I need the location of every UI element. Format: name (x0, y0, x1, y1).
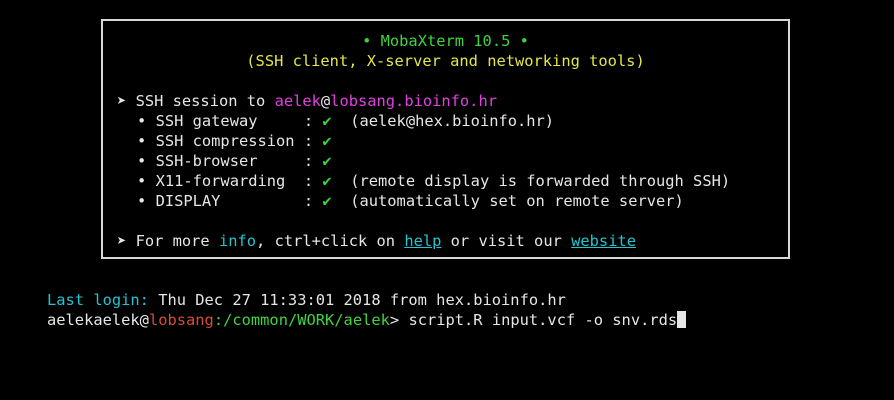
welcome-banner: • MobaXterm 10.5 • (SSH client, X-server… (101, 19, 790, 259)
footer-prefix: For more (135, 232, 219, 250)
terminal-window[interactable]: • MobaXterm 10.5 • (SSH client, X-server… (0, 0, 894, 400)
bullet-icon: • (137, 152, 147, 170)
session-user: aelek (274, 92, 321, 110)
banner-footer-line: ➤ For more info, ctrl+click on help or v… (117, 231, 636, 251)
feature-name: SSH gateway (155, 112, 304, 130)
prompt-user: aelekaelek (47, 311, 140, 329)
website-link[interactable]: website (571, 232, 636, 250)
feature-x11-forwarding: • X11-forwarding : ✔ (remote display is … (137, 171, 730, 191)
bullet-icon: • (137, 192, 147, 210)
feature-sep: : (303, 172, 314, 190)
feature-display: • DISPLAY : ✔ (automatically set on remo… (137, 191, 684, 211)
session-prefix: SSH session to (135, 92, 275, 110)
prompt-at: @ (139, 311, 149, 329)
text-cursor (677, 311, 687, 328)
feature-sep: : (303, 152, 314, 170)
feature-name: DISPLAY (155, 192, 304, 210)
bullet-icon: • (137, 132, 147, 150)
feature-name: X11-forwarding (155, 172, 304, 190)
feature-note: (automatically set on remote server) (350, 192, 684, 210)
prompt-host: lobsang (148, 311, 214, 329)
check-icon: ✔ (322, 192, 332, 210)
session-at: @ (320, 92, 331, 110)
info-text: info (218, 232, 257, 250)
feature-ssh-browser: • SSH-browser : ✔ (137, 151, 332, 171)
feature-sep: : (303, 112, 314, 130)
banner-subtitle: (SSH client, X-server and networking too… (246, 52, 645, 70)
feature-sep: : (303, 132, 314, 150)
last-login-line: Last login: Thu Dec 27 11:33:01 2018 fro… (47, 290, 566, 310)
check-icon: ✔ (322, 152, 332, 170)
prompt-symbol: > (389, 311, 409, 329)
check-icon: ✔ (322, 112, 332, 130)
footer-mid: , ctrl+click on (256, 232, 405, 250)
feature-note: (aelek@hex.bioinfo.hr) (350, 112, 555, 130)
help-link[interactable]: help (404, 232, 441, 250)
feature-name: SSH compression (155, 132, 304, 150)
last-login-value: Thu Dec 27 11:33:01 2018 from hex.bioinf… (148, 291, 566, 309)
session-host: lobsang.bioinfo.hr (330, 92, 497, 110)
footer-mid2: or visit our (441, 232, 572, 250)
check-icon: ✔ (322, 132, 332, 150)
command-prompt-line[interactable]: aelekaelek@lobsang:/common/WORK/aelek> s… (47, 310, 687, 330)
feature-ssh-gateway: • SSH gateway : ✔ (aelek@hex.bioinfo.hr) (137, 111, 554, 131)
feature-note: (remote display is forwarded through SSH… (350, 172, 731, 190)
arrow-bullet-icon: ➤ (117, 92, 127, 110)
banner-title: • MobaXterm 10.5 • (362, 32, 529, 50)
bullet-icon: • (137, 112, 147, 130)
feature-ssh-compression: • SSH compression : ✔ (137, 131, 332, 151)
ssh-session-line: ➤ SSH session to aelek@lobsang.bioinfo.h… (117, 91, 497, 111)
check-icon: ✔ (322, 172, 332, 190)
bullet-icon: • (137, 172, 147, 190)
command-input[interactable]: script.R input.vcf -o snv.rds (408, 311, 677, 329)
arrow-bullet-icon: ➤ (117, 232, 127, 250)
feature-name: SSH-browser (155, 152, 304, 170)
last-login-label: Last login: (47, 291, 149, 309)
feature-sep: : (303, 192, 314, 210)
prompt-path: :/common/WORK/aelek (213, 311, 390, 329)
